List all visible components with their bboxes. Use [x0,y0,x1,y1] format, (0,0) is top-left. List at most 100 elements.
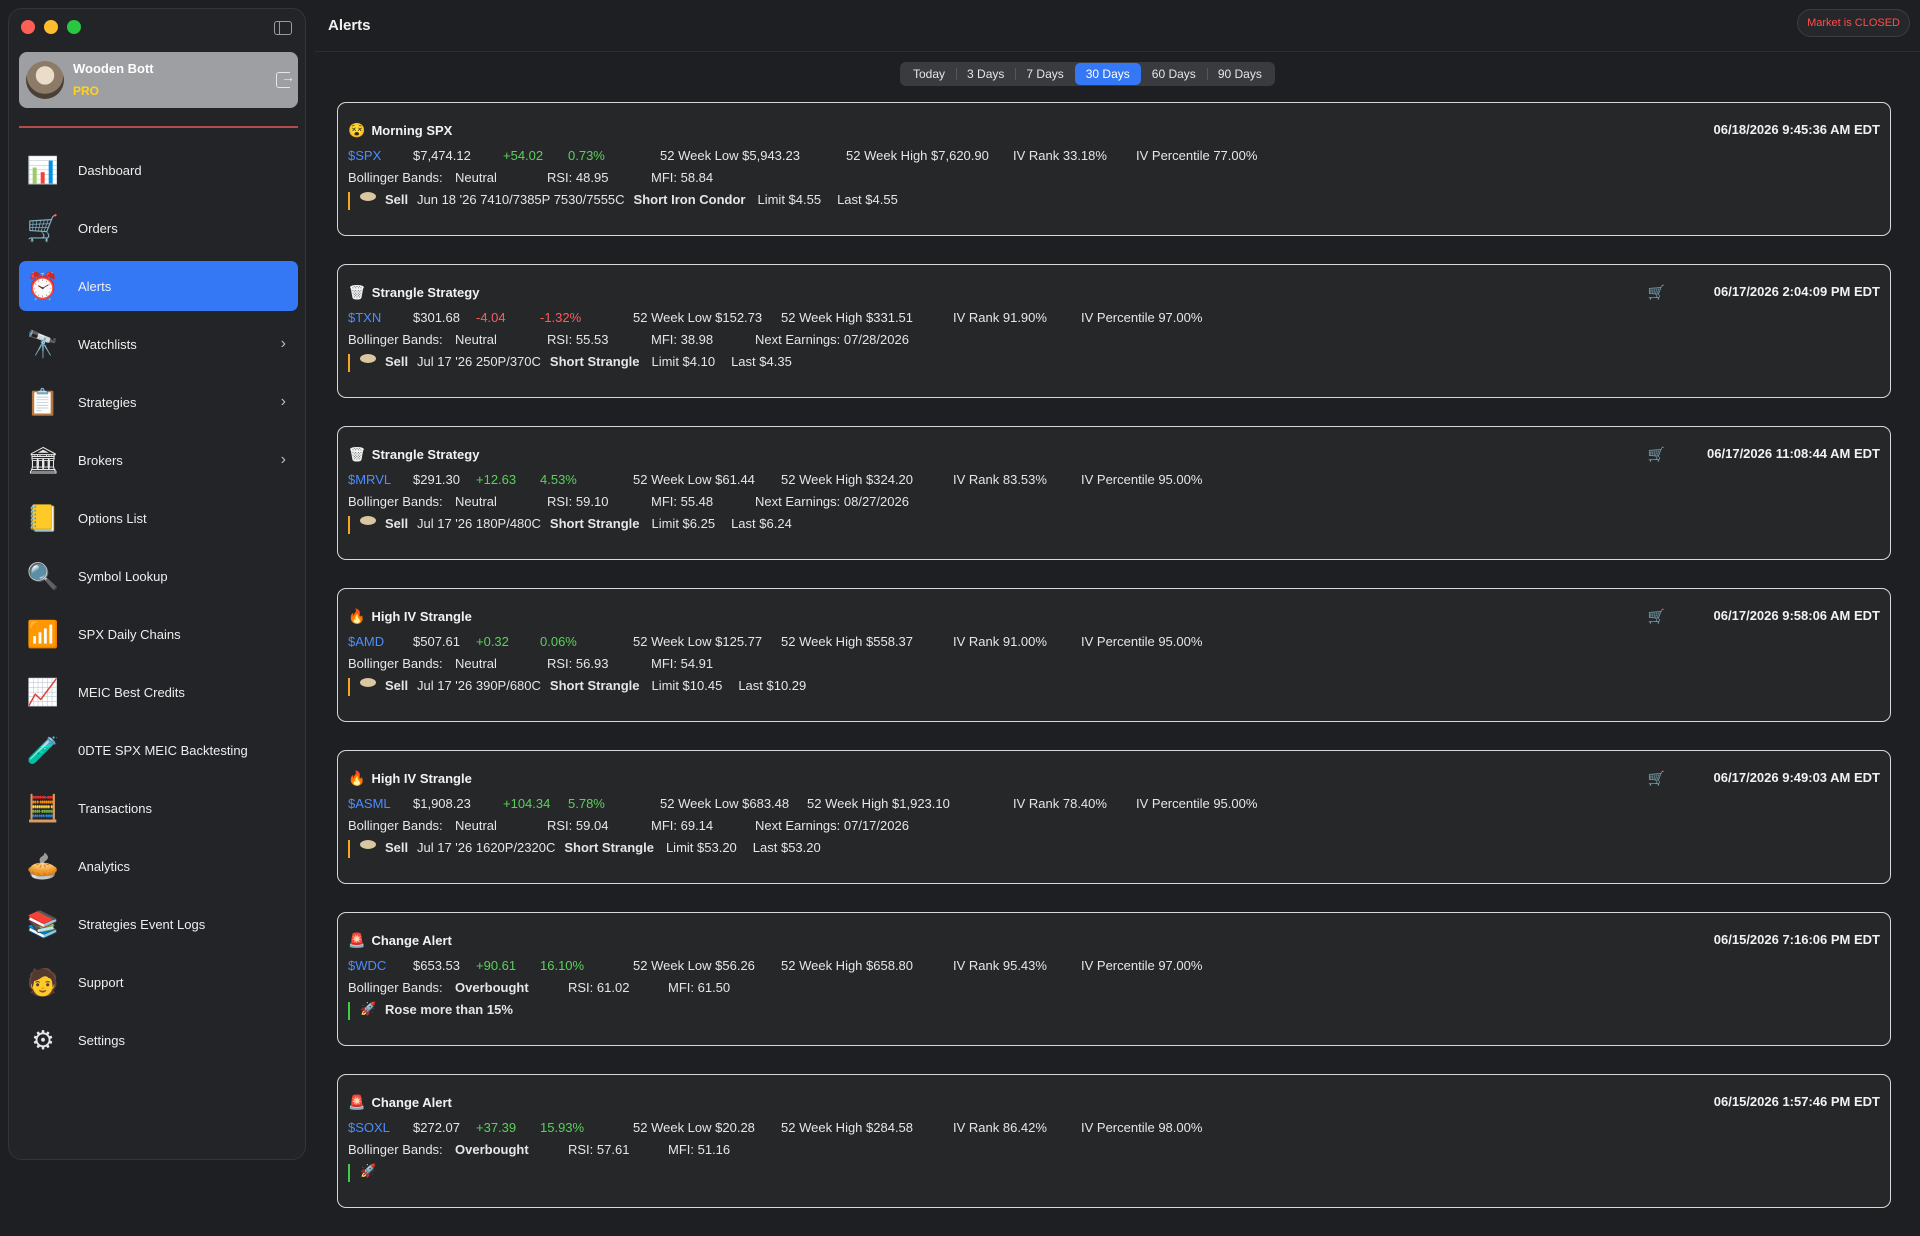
ticker[interactable]: $ASML [348,796,391,811]
alert-card[interactable]: 🚨 Change Alert 06/15/2026 7:16:06 PM EDT $W… [337,912,1891,1046]
accent-bar [348,192,350,210]
sidebar-item-strategies[interactable]: 📋 Strategies › [19,377,298,427]
sidebar-item-transactions[interactable]: 🧮 Transactions [19,783,298,833]
change: +12.63 [476,472,517,487]
alert-card[interactable]: 🚨 Change Alert 06/15/2026 1:57:46 PM EDT $S… [337,1074,1891,1208]
order-last: Last $6.24 [731,516,792,531]
order-action: Sell [385,516,409,531]
minimize-window-button[interactable] [44,20,58,34]
alert-card[interactable]: 🗑 Strangle Strategy 06/17/2026 11:08:44 AM… [337,426,1891,560]
ticker[interactable]: $AMD [348,634,384,649]
header-divider [315,51,1920,52]
close-window-button[interactable] [21,20,35,34]
sidebar-item-label: MEIC Best Credits [78,684,185,700]
logout-icon[interactable] [276,69,295,88]
pill-icon [360,354,376,363]
sidebar-item-label: Support [78,974,124,990]
iv-percentile: IV Percentile 95.00% [1081,634,1203,649]
filter-30-days[interactable]: 30 Days [1074,63,1141,85]
pill-icon [360,840,376,849]
sidebar-item-alerts[interactable]: ⏰ Alerts [19,261,298,311]
sidebar-item-analytics[interactable]: 🥧 Analytics [19,841,298,891]
alert-message: Rose more than 15% [385,1002,513,1017]
alert-card[interactable]: 🔥 High IV Strangle 06/17/2026 9:58:06 AM E… [337,588,1891,722]
sidebar-item-symbol-lookup[interactable]: 🔍 Symbol Lookup [19,551,298,601]
page-title: Alerts [328,17,371,34]
alert-card[interactable]: 😵 Morning SPX 06/18/2026 9:45:36 AM EDT $SP… [337,102,1891,236]
change-percent: 4.53% [540,472,577,487]
bollinger-value: Neutral [455,170,497,185]
next-earnings: Next Earnings: 07/17/2026 [755,818,909,833]
sidebar-toggle-icon[interactable] [274,21,292,35]
cart-icon[interactable]: 🛒 [1648,770,1665,787]
sidebar-nav: 📊 Dashboard 🛒 Orders ⏰ Alerts 🔭 Watchlists › 📋 Str… [19,145,298,1073]
filter-today[interactable]: Today [902,63,956,85]
fire-icon: 🔥 [348,608,366,624]
iv-percentile: IV Percentile 97.00% [1081,958,1203,973]
ticker[interactable]: $MRVL [348,472,391,487]
cart-icon[interactable]: 🛒 [1648,284,1665,301]
rsi-value: RSI: 61.02 [568,980,630,995]
sidebar-item-spx-daily-chains[interactable]: 📶 SPX Daily Chains [19,609,298,659]
sidebar-item-orders[interactable]: 🛒 Orders [19,203,298,253]
alert-title: 🗑 Strangle Strategy [348,446,479,463]
sidebar-item-strategies-event-logs[interactable]: 📚 Strategies Event Logs [19,899,298,949]
alert-card[interactable]: 🗑 Strangle Strategy 06/17/2026 2:04:09 PM … [337,264,1891,398]
bollinger-label: Bollinger Bands: [348,494,443,509]
sidebar-item-support[interactable]: 🧑 Support [19,957,298,1007]
sidebar-item-label: Strategies Event Logs [78,916,206,932]
sidebar-item-meic-best-credits[interactable]: 📈 MEIC Best Credits [19,667,298,717]
dashboard-icon: 📊 [26,154,60,185]
alert-card[interactable]: 🔥 High IV Strangle 06/17/2026 9:49:03 AM E… [337,750,1891,884]
iv-percentile: IV Percentile 95.00% [1081,472,1203,487]
main-content: Alerts Market is CLOSED Today 3 Days 7 Day… [315,0,1920,1208]
sidebar-item-watchlists[interactable]: 🔭 Watchlists › [19,319,298,369]
bollinger-label: Bollinger Bands: [348,170,443,185]
filter-7-days[interactable]: 7 Days [1015,63,1074,85]
pie-chart-icon: 🥧 [26,850,60,881]
ticker[interactable]: $TXN [348,310,381,325]
alarm-clock-icon: ⏰ [26,270,60,301]
sidebar-item-label: Orders [78,220,118,236]
ticker[interactable]: $SOXL [348,1120,390,1135]
sidebar-item-options-list[interactable]: 📒 Options List [19,493,298,543]
order-action: Sell [385,678,409,693]
filter-90-days[interactable]: 90 Days [1206,63,1273,85]
bollinger-value: Overbought [455,980,529,995]
sidebar-item-dashboard[interactable]: 📊 Dashboard [19,145,298,195]
sidebar-item-label: Transactions [78,800,152,816]
filter-60-days[interactable]: 60 Days [1141,63,1207,85]
alerts-list: 😵 Morning SPX 06/18/2026 9:45:36 AM EDT $SP… [337,102,1891,1236]
sidebar-item-brokers[interactable]: 🏛 Brokers › [19,435,298,485]
sidebar-item-settings[interactable]: ⚙ Settings [19,1015,298,1065]
price: $507.61 [413,634,460,649]
cart-icon[interactable]: 🛒 [1648,608,1665,625]
profile-tier-badge: PRO [73,84,100,98]
zoom-window-button[interactable] [67,20,81,34]
sidebar-item-label: Settings [78,1032,125,1048]
order-limit: Limit $6.25 [651,516,716,531]
sidebar-item-0dte-spx-meic-backtesting[interactable]: 🧪 0DTE SPX MEIC Backtesting [19,725,298,775]
mfi-value: MFI: 58.84 [651,170,714,185]
change-percent: 0.06% [540,634,577,649]
cart-icon[interactable]: 🛒 [1648,446,1665,463]
bollinger-value: Neutral [455,494,497,509]
binders-icon: 📚 [26,908,60,939]
order-last: Last $4.35 [731,354,792,369]
rsi-value: RSI: 48.95 [547,170,609,185]
alert-title: 🔥 High IV Strangle [348,608,472,625]
bollinger-label: Bollinger Bands: [348,818,443,833]
alert-title: 🗑 Strangle Strategy [348,284,479,301]
iv-rank: IV Rank 91.90% [953,310,1047,325]
ticker[interactable]: $SPX [348,148,381,163]
magnifier-icon: 🔍 [26,560,60,591]
user-profile-card[interactable]: Wooden Bott PRO [19,52,298,108]
52-week-high: 52 Week High $7,620.90 [846,148,989,163]
ticker[interactable]: $WDC [348,958,386,973]
filter-3-days[interactable]: 3 Days [956,63,1015,85]
alert-title-text: Morning SPX [371,123,453,138]
alert-timestamp: 06/15/2026 1:57:46 PM EDT [1713,1094,1880,1109]
sidebar-item-label: Alerts [78,278,112,294]
change: -4.04 [476,310,506,325]
watchlist-icon: 🔭 [26,328,60,359]
